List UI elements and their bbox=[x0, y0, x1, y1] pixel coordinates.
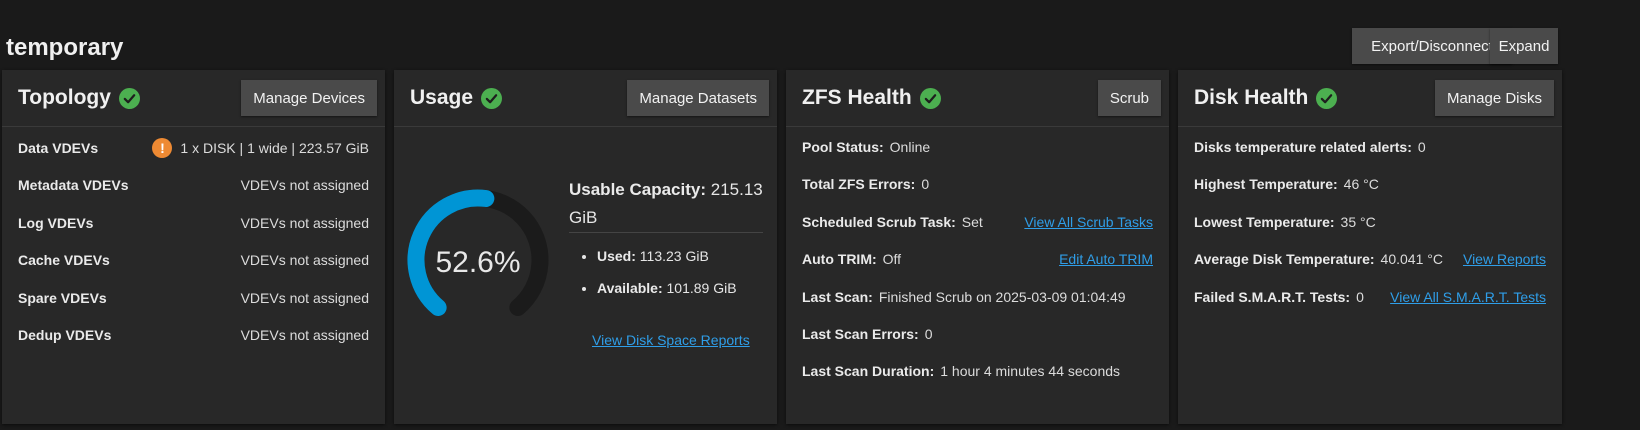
lowest-temperature-row: Lowest Temperature: 35 °C bbox=[1194, 214, 1376, 230]
topology-row-metadata: Metadata VDEVs VDEVs not assigned bbox=[18, 175, 369, 195]
total-errors-row: Total ZFS Errors: 0 bbox=[802, 176, 930, 192]
check-circle-icon bbox=[481, 87, 503, 109]
metadata-vdevs-value: VDEVs not assigned bbox=[240, 177, 369, 193]
topology-row-log: Log VDEVs VDEVs not assigned bbox=[18, 213, 369, 233]
scrub-button[interactable]: Scrub bbox=[1097, 80, 1161, 116]
disk-card-header: Disk Health Manage Disks bbox=[1178, 70, 1562, 127]
topology-row-data: Data VDEVs ! 1 x DISK | 1 wide | 223.57 … bbox=[18, 138, 369, 158]
zfs-title-text: ZFS Health bbox=[802, 86, 912, 109]
alert-circle-icon[interactable]: ! bbox=[152, 138, 173, 158]
pool-status-row: Pool Status: Online bbox=[802, 139, 931, 155]
view-all-scrub-tasks-link[interactable]: View All Scrub Tasks bbox=[1024, 214, 1153, 230]
export-disconnect-button[interactable]: Export/Disconnect bbox=[1352, 28, 1512, 64]
pool-header: temporary Export/Disconnect Expand bbox=[0, 0, 1640, 70]
spare-vdevs-value: VDEVs not assigned bbox=[240, 290, 369, 306]
cache-vdevs-value: VDEVs not assigned bbox=[240, 252, 369, 268]
disk-health-card: Disk Health Manage Disks Disks temperatu… bbox=[1178, 70, 1562, 424]
usable-capacity-unit: GiB bbox=[569, 208, 598, 227]
zfs-health-card: ZFS Health Scrub Pool Status: Online Tota… bbox=[786, 70, 1169, 424]
highest-temperature-row: Highest Temperature: 46 °C bbox=[1194, 176, 1379, 192]
scrub-task-row: Scheduled Scrub Task: Set View All Scrub … bbox=[802, 214, 1153, 230]
failed-smart-row: Failed S.M.A.R.T. Tests: 0 View All S.M.A… bbox=[1194, 289, 1546, 305]
check-circle-icon bbox=[1316, 87, 1338, 109]
zfs-title: ZFS Health bbox=[802, 86, 941, 110]
check-circle-icon bbox=[118, 87, 140, 109]
manage-devices-button[interactable]: Manage Devices bbox=[241, 80, 377, 116]
average-temperature-row: Average Disk Temperature: 40.041 °C View … bbox=[1194, 251, 1546, 267]
usable-capacity-label: Usable Capacity: bbox=[569, 180, 706, 199]
usable-capacity: Usable Capacity: 215.13 GiB bbox=[569, 176, 764, 232]
divider bbox=[569, 232, 763, 233]
check-circle-icon bbox=[919, 87, 941, 109]
view-reports-link[interactable]: View Reports bbox=[1463, 251, 1546, 267]
usage-percent: 52.6% bbox=[435, 246, 520, 279]
available-item: Available: 101.89 GiB bbox=[597, 272, 737, 304]
data-vdevs-label: Data VDEVs bbox=[18, 140, 99, 156]
manage-datasets-button[interactable]: Manage Datasets bbox=[627, 80, 769, 116]
topology-card: Topology Manage Devices Data VDEVs ! 1 x… bbox=[2, 70, 385, 424]
topology-row-spare: Spare VDEVs VDEVs not assigned bbox=[18, 288, 369, 308]
view-disk-space-reports-link[interactable]: View Disk Space Reports bbox=[592, 332, 750, 348]
auto-trim-row: Auto TRIM: Off Edit Auto TRIM bbox=[802, 251, 1153, 267]
topology-title-text: Topology bbox=[18, 86, 111, 109]
log-vdevs-value: VDEVs not assigned bbox=[240, 215, 369, 231]
topology-row-dedup: Dedup VDEVs VDEVs not assigned bbox=[18, 325, 369, 345]
pool-status-value: Online bbox=[889, 139, 931, 155]
view-all-smart-tests-link[interactable]: View All S.M.A.R.T. Tests bbox=[1390, 289, 1546, 305]
usage-gauge: 52.6% bbox=[407, 189, 549, 316]
last-scan-row: Last Scan: Finished Scrub on 2025-03-09 0… bbox=[802, 289, 1126, 305]
topology-row-cache: Cache VDEVs VDEVs not assigned bbox=[18, 250, 369, 270]
metadata-vdevs-label: Metadata VDEVs bbox=[18, 177, 129, 193]
usage-card: Usage Manage Datasets 52.6% Usable Capac… bbox=[394, 70, 777, 424]
last-scan-errors-row: Last Scan Errors: 0 bbox=[802, 326, 933, 342]
disk-title: Disk Health bbox=[1194, 86, 1338, 110]
usage-list: Used: 113.23 GiB Available: 101.89 GiB bbox=[569, 240, 737, 304]
log-vdevs-label: Log VDEVs bbox=[18, 215, 94, 231]
usable-capacity-value: 215.13 bbox=[710, 180, 763, 199]
topology-title: Topology bbox=[18, 86, 140, 110]
dedup-vdevs-label: Dedup VDEVs bbox=[18, 327, 112, 343]
edit-auto-trim-link[interactable]: Edit Auto TRIM bbox=[1059, 251, 1153, 267]
expand-button[interactable]: Expand bbox=[1490, 28, 1558, 64]
dedup-vdevs-value: VDEVs not assigned bbox=[240, 327, 369, 343]
disk-title-text: Disk Health bbox=[1194, 86, 1309, 109]
zfs-card-header: ZFS Health Scrub bbox=[786, 70, 1169, 127]
usage-title-text: Usage bbox=[410, 86, 474, 109]
last-scan-duration-row: Last Scan Duration: 1 hour 4 minutes 44 s… bbox=[802, 363, 1121, 379]
manage-disks-button[interactable]: Manage Disks bbox=[1434, 80, 1554, 116]
topology-card-header: Topology Manage Devices bbox=[2, 70, 385, 127]
used-item: Used: 113.23 GiB bbox=[597, 240, 737, 272]
pool-title: temporary bbox=[6, 34, 124, 61]
temperature-alerts-row: Disks temperature related alerts: 0 bbox=[1194, 139, 1426, 155]
spare-vdevs-label: Spare VDEVs bbox=[18, 290, 107, 306]
cache-vdevs-label: Cache VDEVs bbox=[18, 252, 110, 268]
usage-card-header: Usage Manage Datasets bbox=[394, 70, 777, 127]
usage-title: Usage bbox=[410, 86, 503, 110]
data-vdevs-value: 1 x DISK | 1 wide | 223.57 GiB bbox=[180, 140, 369, 156]
